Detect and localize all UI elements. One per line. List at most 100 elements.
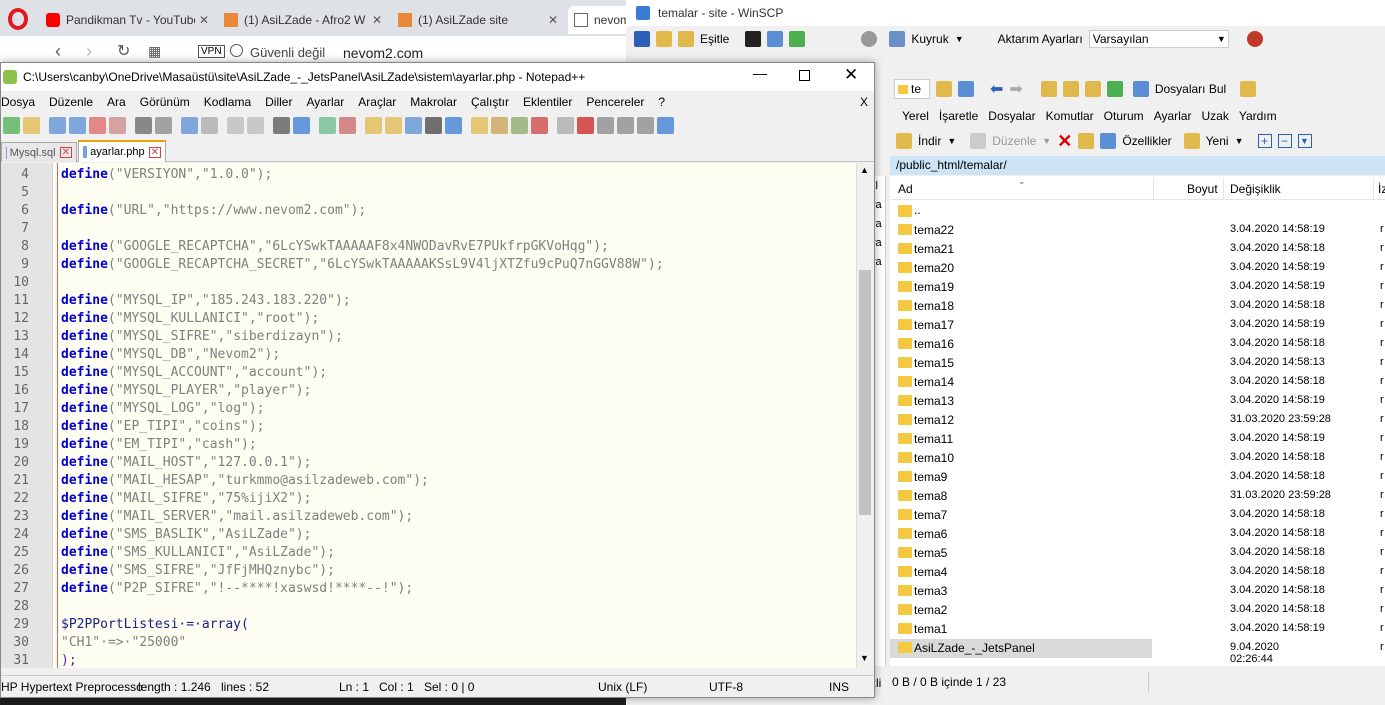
code-line[interactable]: define("GOOGLE_RECAPTCHA_SECRET","6LcYSw… [61,257,664,272]
npp-menu-item[interactable]: ? [651,95,672,109]
back-arrow-icon[interactable]: ⬅ [990,79,1003,99]
file-row[interactable]: tema5 3.04.2020 14:58:18 r [890,544,1385,563]
run-macro-icon[interactable] [637,116,654,134]
minus-icon[interactable]: − [1277,134,1292,148]
code-line[interactable]: $P2PPortListesi·=·array( [61,617,249,632]
filter-icon[interactable] [958,81,974,97]
redo-icon[interactable] [247,116,264,134]
print-icon[interactable] [135,116,152,134]
file-row[interactable]: AsiLZade_-_JetsPanel 9.04.2020 02:26:44 r [890,639,1384,665]
npp-menu-item[interactable]: Araçlar [351,95,403,109]
close-file-icon[interactable] [89,116,106,134]
indent-guide-icon[interactable] [445,116,462,134]
remote-file-list[interactable]: Ad ⌄ Boyut Değişiklik İz .. tema22 3.04.2… [890,176,1385,666]
transfer-settings-select[interactable]: Varsayılan ▼ [1088,30,1229,48]
security-label[interactable]: Güvenli değil [250,45,325,60]
file-row[interactable]: tema4 3.04.2020 14:58:18 r [890,563,1385,582]
code-line[interactable]: define("EM_TIPI","cash"); [61,437,257,452]
parent-dir-row[interactable]: .. [890,202,1385,221]
root-dir-icon[interactable] [1062,81,1079,97]
rename-icon[interactable] [1078,133,1095,149]
back-icon[interactable]: ‹ [55,41,61,62]
file-row[interactable]: tema1 3.04.2020 14:58:19 r [890,620,1385,639]
winscp-menu-item[interactable]: Yardım [1239,109,1277,123]
code-line[interactable]: define("SMS_BASLIK","AsiLZade"); [61,527,311,542]
npp-menu-item[interactable]: Makrolar [403,95,464,109]
url-text[interactable]: nevom2.com [343,45,423,61]
grid-icon[interactable]: ▦ [148,43,161,60]
properties-button[interactable]: Özellikler [1122,134,1171,148]
cut-icon[interactable] [155,116,172,134]
queue-icon[interactable] [889,31,906,47]
close-icon[interactable]: ✕ [59,147,72,158]
file-row[interactable]: tema20 3.04.2020 14:58:19 r [890,259,1385,278]
sync-v-icon[interactable] [365,116,382,134]
queue-button[interactable]: Kuyruk [911,32,948,46]
npp-menu-item[interactable]: Dosya [1,95,42,109]
file-row[interactable]: tema2 3.04.2020 14:58:18 r [890,601,1385,620]
code-line[interactable]: define("MYSQL_DB","Nevom2"); [61,347,280,362]
refresh-icon[interactable] [1106,81,1123,97]
file-row[interactable]: tema13 3.04.2020 14:58:19 r [890,392,1385,411]
file-row[interactable]: tema14 3.04.2020 14:58:18 r [890,373,1385,392]
npp-menu-item[interactable]: Eklentiler [516,95,579,109]
find-icon[interactable] [273,116,290,134]
file-row[interactable]: tema7 3.04.2020 14:58:18 r [890,506,1385,525]
file-row[interactable]: tema11 3.04.2020 14:58:19 r [890,430,1385,449]
code-line[interactable]: define("MYSQL_IP","185.243.183.220"); [61,293,351,308]
code-line[interactable]: define("MYSQL_KULLANICI","root"); [61,311,319,326]
home-icon[interactable] [1084,81,1101,97]
code-line[interactable]: define("MYSQL_SIFRE","siberdizayn"); [61,329,343,344]
column-rights[interactable]: İz [1378,182,1385,196]
gear-icon[interactable] [861,31,878,47]
folder-workspace-icon[interactable] [511,116,528,134]
vpn-badge[interactable]: VPN [198,45,225,58]
function-list-icon[interactable] [491,116,508,134]
show-all-icon[interactable] [425,116,442,134]
npp-menu-item[interactable]: Pencereler [579,95,651,109]
close-icon[interactable]: ✕ [368,13,382,27]
file-row[interactable]: tema15 3.04.2020 14:58:13 r [890,354,1385,373]
browser-tab-4[interactable]: nevom [568,6,630,34]
save-macro-icon[interactable] [657,116,674,134]
npp-menu-item[interactable]: Ayarlar [299,95,351,109]
new-file-icon[interactable] [3,116,20,134]
browser-tab-2[interactable]: (1) AsiLZade - Afro2 W ✕ [218,6,388,34]
wrap-icon[interactable] [405,116,422,134]
open-icon[interactable] [23,116,40,134]
code-line[interactable]: define("MAIL_SERVER","mail.asilzadeweb.c… [61,509,413,524]
reload-icon[interactable]: ↻ [117,41,130,61]
scroll-down-icon[interactable]: ▼ [860,653,869,663]
code-line[interactable]: define("VERSIYON","1.0.0"); [61,167,272,182]
code-editor[interactable]: 4 5 6 7 8 9 10 11 12 13 14 15 16 17 18 19 20 21 22 23 24 25 26… [1,163,859,668]
sync-button[interactable]: Eşitle [700,32,729,46]
code-line[interactable]: define("EP_TIPI","coins"); [61,419,265,434]
tab-mysql-sql[interactable]: Mysql.sql ✕ [1,142,77,162]
close-all-icon[interactable] [109,116,126,134]
stop-macro-icon[interactable] [597,116,614,134]
code-line[interactable]: define("P2P_SIFRE","!--****!xaswsd!****-… [61,581,413,596]
file-row[interactable]: tema8 31.03.2020 23:59:28 r [890,487,1385,506]
select-icon[interactable]: ▼ [1297,134,1312,148]
chevron-down-icon[interactable]: ▼ [1042,136,1051,146]
edit-button[interactable]: Düzenle [992,134,1036,148]
file-row[interactable]: tema21 3.04.2020 14:58:18 r [890,240,1385,259]
transfer-options-icon[interactable] [1246,31,1263,47]
tree-icon[interactable] [1240,81,1257,97]
console-icon[interactable] [745,31,762,47]
browser-tab-1[interactable]: Pandikman Tv - YouTube ✕ [40,6,215,34]
paste-icon[interactable] [201,116,218,134]
zoom-in-icon[interactable] [319,116,336,134]
code-line[interactable]: define("MYSQL_LOG","log"); [61,401,265,416]
find-files-icon[interactable] [1132,81,1149,97]
refresh-icon[interactable] [789,31,806,47]
file-row[interactable]: tema16 3.04.2020 14:58:18 r [890,335,1385,354]
file-row[interactable]: tema19 3.04.2020 14:58:19 r [890,278,1385,297]
code-line[interactable]: define("SMS_SIFRE","JfFjMHQznybc"); [61,563,335,578]
winscp-menu-item[interactable]: Komutlar [1046,109,1094,123]
winscp-menu-item[interactable]: Ayarlar [1154,109,1192,123]
npp-menu-close-icon[interactable]: X [860,95,868,109]
close-icon[interactable]: ✕ [544,13,558,27]
copy-icon[interactable] [181,116,198,134]
file-row[interactable]: tema6 3.04.2020 14:58:18 r [890,525,1385,544]
